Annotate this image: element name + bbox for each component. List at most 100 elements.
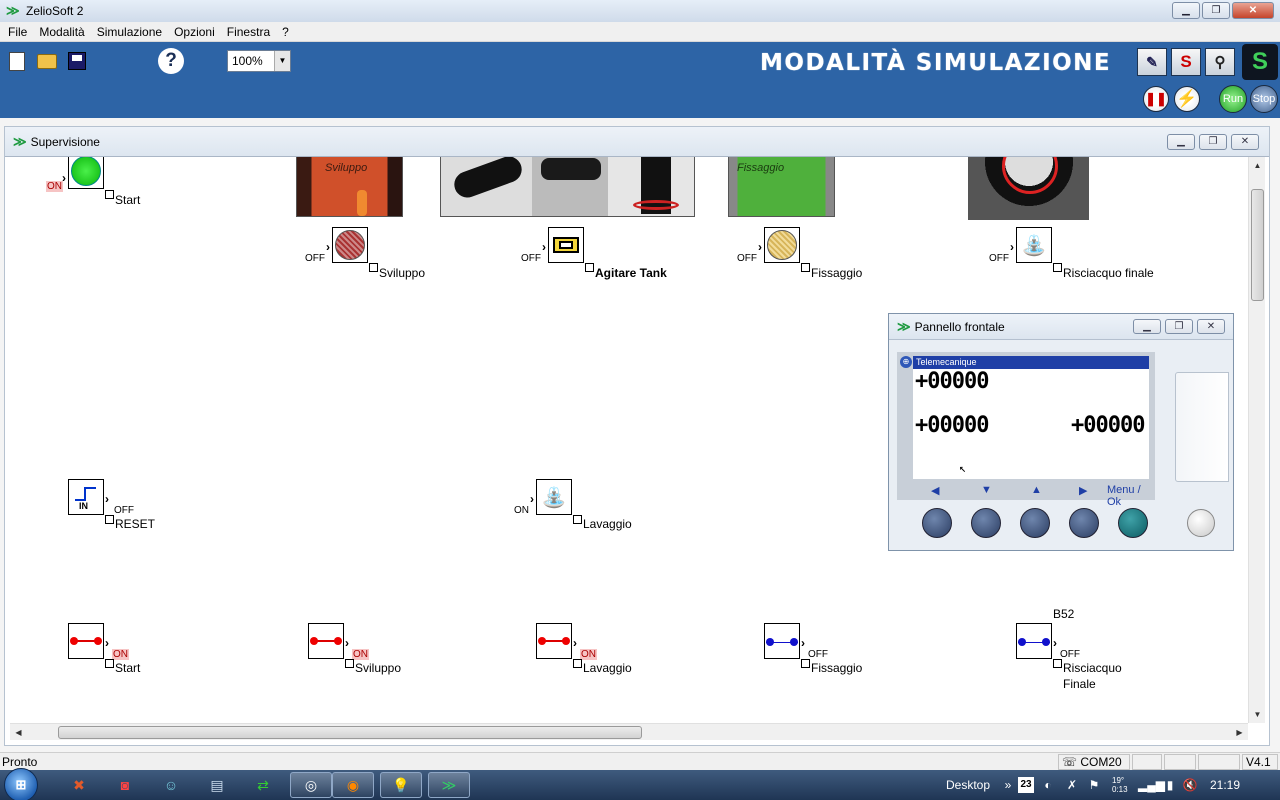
risciacquo-output-tick[interactable] [1053,263,1062,272]
closed-contact-icon [70,636,102,646]
panel-down-button[interactable] [971,508,1001,538]
run-button[interactable]: Run [1219,85,1247,113]
taskbar-app-1[interactable]: ✖ [58,772,100,798]
horizontal-scroll-thumb[interactable] [58,726,642,739]
fissaggio-input-contact[interactable] [764,623,800,659]
sviluppo-input-contact[interactable] [308,623,344,659]
minimize-button[interactable]: ▁ [1172,2,1200,19]
front-panel-window-controls: ▁ ❐ ✕ [1133,319,1225,334]
panel-white-button[interactable] [1187,509,1215,537]
zoom-search-button[interactable]: ⚲ [1205,48,1235,76]
sviluppo-input-tick[interactable] [345,659,354,668]
vertical-scrollbar[interactable]: ▲ ▼ [1248,157,1265,723]
agitare-tank-output[interactable] [548,227,584,263]
panel-menu-ok-button[interactable] [1118,508,1148,538]
taskbar-app-2[interactable]: ◙ [104,772,146,798]
sviluppo-output-tick[interactable] [369,263,378,272]
supervision-restore-button[interactable]: ❐ [1199,134,1227,150]
desktop-expand-icon[interactable]: » [1000,777,1016,793]
front-panel-restore-button[interactable]: ❐ [1165,319,1193,334]
lavaggio-input-contact[interactable] [536,623,572,659]
lavaggio-valve-tick[interactable] [573,515,582,524]
fissaggio-input-state: OFF [808,649,828,660]
lightbulb-icon: 💡 [392,776,410,793]
lavaggio-valve[interactable]: ⛲ [536,479,572,515]
taskbar-app-8[interactable]: 💡 [380,772,422,798]
taskbar-app-5[interactable]: ⇄ [242,772,284,798]
menu-finestra[interactable]: Finestra [221,25,276,39]
supervision-button[interactable]: S [1171,48,1201,76]
risciacquo-input-label: Risciacquo [1063,661,1122,675]
lavaggio-input-tick[interactable] [573,659,582,668]
menu-simulazione[interactable]: Simulazione [91,25,168,39]
signal-icon[interactable]: ▂▄▆ [1138,777,1165,793]
menu-bar: File Modalità Simulazione Opzioni Finest… [0,22,1280,42]
new-file-button[interactable] [4,48,30,74]
lavaggio-valve-label: Lavaggio [583,517,632,531]
start-input-contact[interactable] [68,623,104,659]
start-lamp[interactable] [68,157,104,189]
green-lamp-icon [71,157,101,186]
start-button[interactable]: ⊞ [4,768,38,800]
menu-help[interactable]: ? [276,25,295,39]
pause-icon: ❚❚ [1145,91,1167,106]
taskbar-app-4[interactable]: ▤ [196,772,238,798]
taskbar-firefox[interactable]: ◉ [332,772,374,798]
panel-up-button[interactable] [1020,508,1050,538]
menu-file[interactable]: File [2,25,33,39]
edit-mode-button[interactable]: ✎ [1137,48,1167,76]
pause-button[interactable]: ❚❚ [1143,86,1169,112]
zoom-select[interactable]: 100% ▼ [227,50,291,72]
volume-muted-icon[interactable]: 🔇 [1182,777,1198,793]
desktop-toolbar-label[interactable]: Desktop [946,778,990,792]
start-lamp-tick[interactable] [105,190,114,199]
vertical-scroll-thumb[interactable] [1251,189,1264,301]
globe-icon[interactable]: ◐ [1040,777,1056,793]
horizontal-scrollbar[interactable]: ◀ ▶ [10,723,1248,740]
battery-icon[interactable]: ▮ [1162,777,1178,793]
menu-opzioni[interactable]: Opzioni [168,25,221,39]
scroll-left-icon[interactable]: ◀ [10,724,27,741]
front-panel-minimize-button[interactable]: ▁ [1133,319,1161,334]
flag-icon[interactable]: ⚑ [1086,777,1102,793]
scroll-down-icon[interactable]: ▼ [1249,706,1266,723]
supervision-window-controls: ▁ ❐ ✕ [1167,134,1259,150]
taskbar-app-6[interactable]: ◎ [290,772,332,798]
reset-tick[interactable] [105,515,114,524]
help-button[interactable]: ? [158,48,184,74]
panel-right-button[interactable] [1069,508,1099,538]
open-file-button[interactable] [34,48,60,74]
risciacquo-valve-output[interactable]: ⛲ [1016,227,1052,263]
panel-left-button[interactable] [922,508,952,538]
calendar-icon[interactable]: 23 [1018,777,1034,793]
fissaggio-input-tick[interactable] [801,659,810,668]
fissaggio-output-label: Fissaggio [811,266,863,280]
power-button[interactable]: ⚡ [1174,86,1200,112]
fissaggio-output-tick[interactable] [801,263,810,272]
start-input-tick[interactable] [105,659,114,668]
clock[interactable]: 21:19 [1210,778,1240,792]
front-panel-close-button[interactable]: ✕ [1197,319,1225,334]
sviluppo-output-lamp[interactable] [332,227,368,263]
taskbar: ⊞ ✖ ◙ ☺ ▤ ⇄ ◎ ◉ 💡 ≫ Desktop » 23 ◐ ✗ ⚑ 1… [0,768,1280,800]
supervision-close-button[interactable]: ✕ [1231,134,1259,150]
network-error-icon[interactable]: ✗ [1064,777,1080,793]
scroll-up-icon[interactable]: ▲ [1249,157,1266,174]
chevron-down-icon[interactable]: ▼ [274,51,290,71]
fissaggio-output-lamp[interactable] [764,227,800,263]
risciacquo-input-tick[interactable] [1053,659,1062,668]
menu-modalita[interactable]: Modalità [33,25,90,39]
taskbar-app-3[interactable]: ☺ [150,772,192,798]
disc-icon: ◎ [304,776,318,793]
close-button[interactable]: ✕ [1232,2,1274,19]
restore-button[interactable]: ❐ [1202,2,1230,19]
taskbar-zeliosoft[interactable]: ≫ [428,772,470,798]
stop-button[interactable]: Stop [1250,85,1278,113]
reset-input[interactable]: IN [68,479,104,515]
save-button[interactable] [64,48,90,74]
risciacquo-input-contact[interactable] [1016,623,1052,659]
scroll-right-icon[interactable]: ▶ [1231,724,1248,741]
supervision-minimize-button[interactable]: ▁ [1167,134,1195,150]
agitare-output-tick[interactable] [585,263,594,272]
com-port-cell: ☏ COM20 [1058,754,1130,770]
